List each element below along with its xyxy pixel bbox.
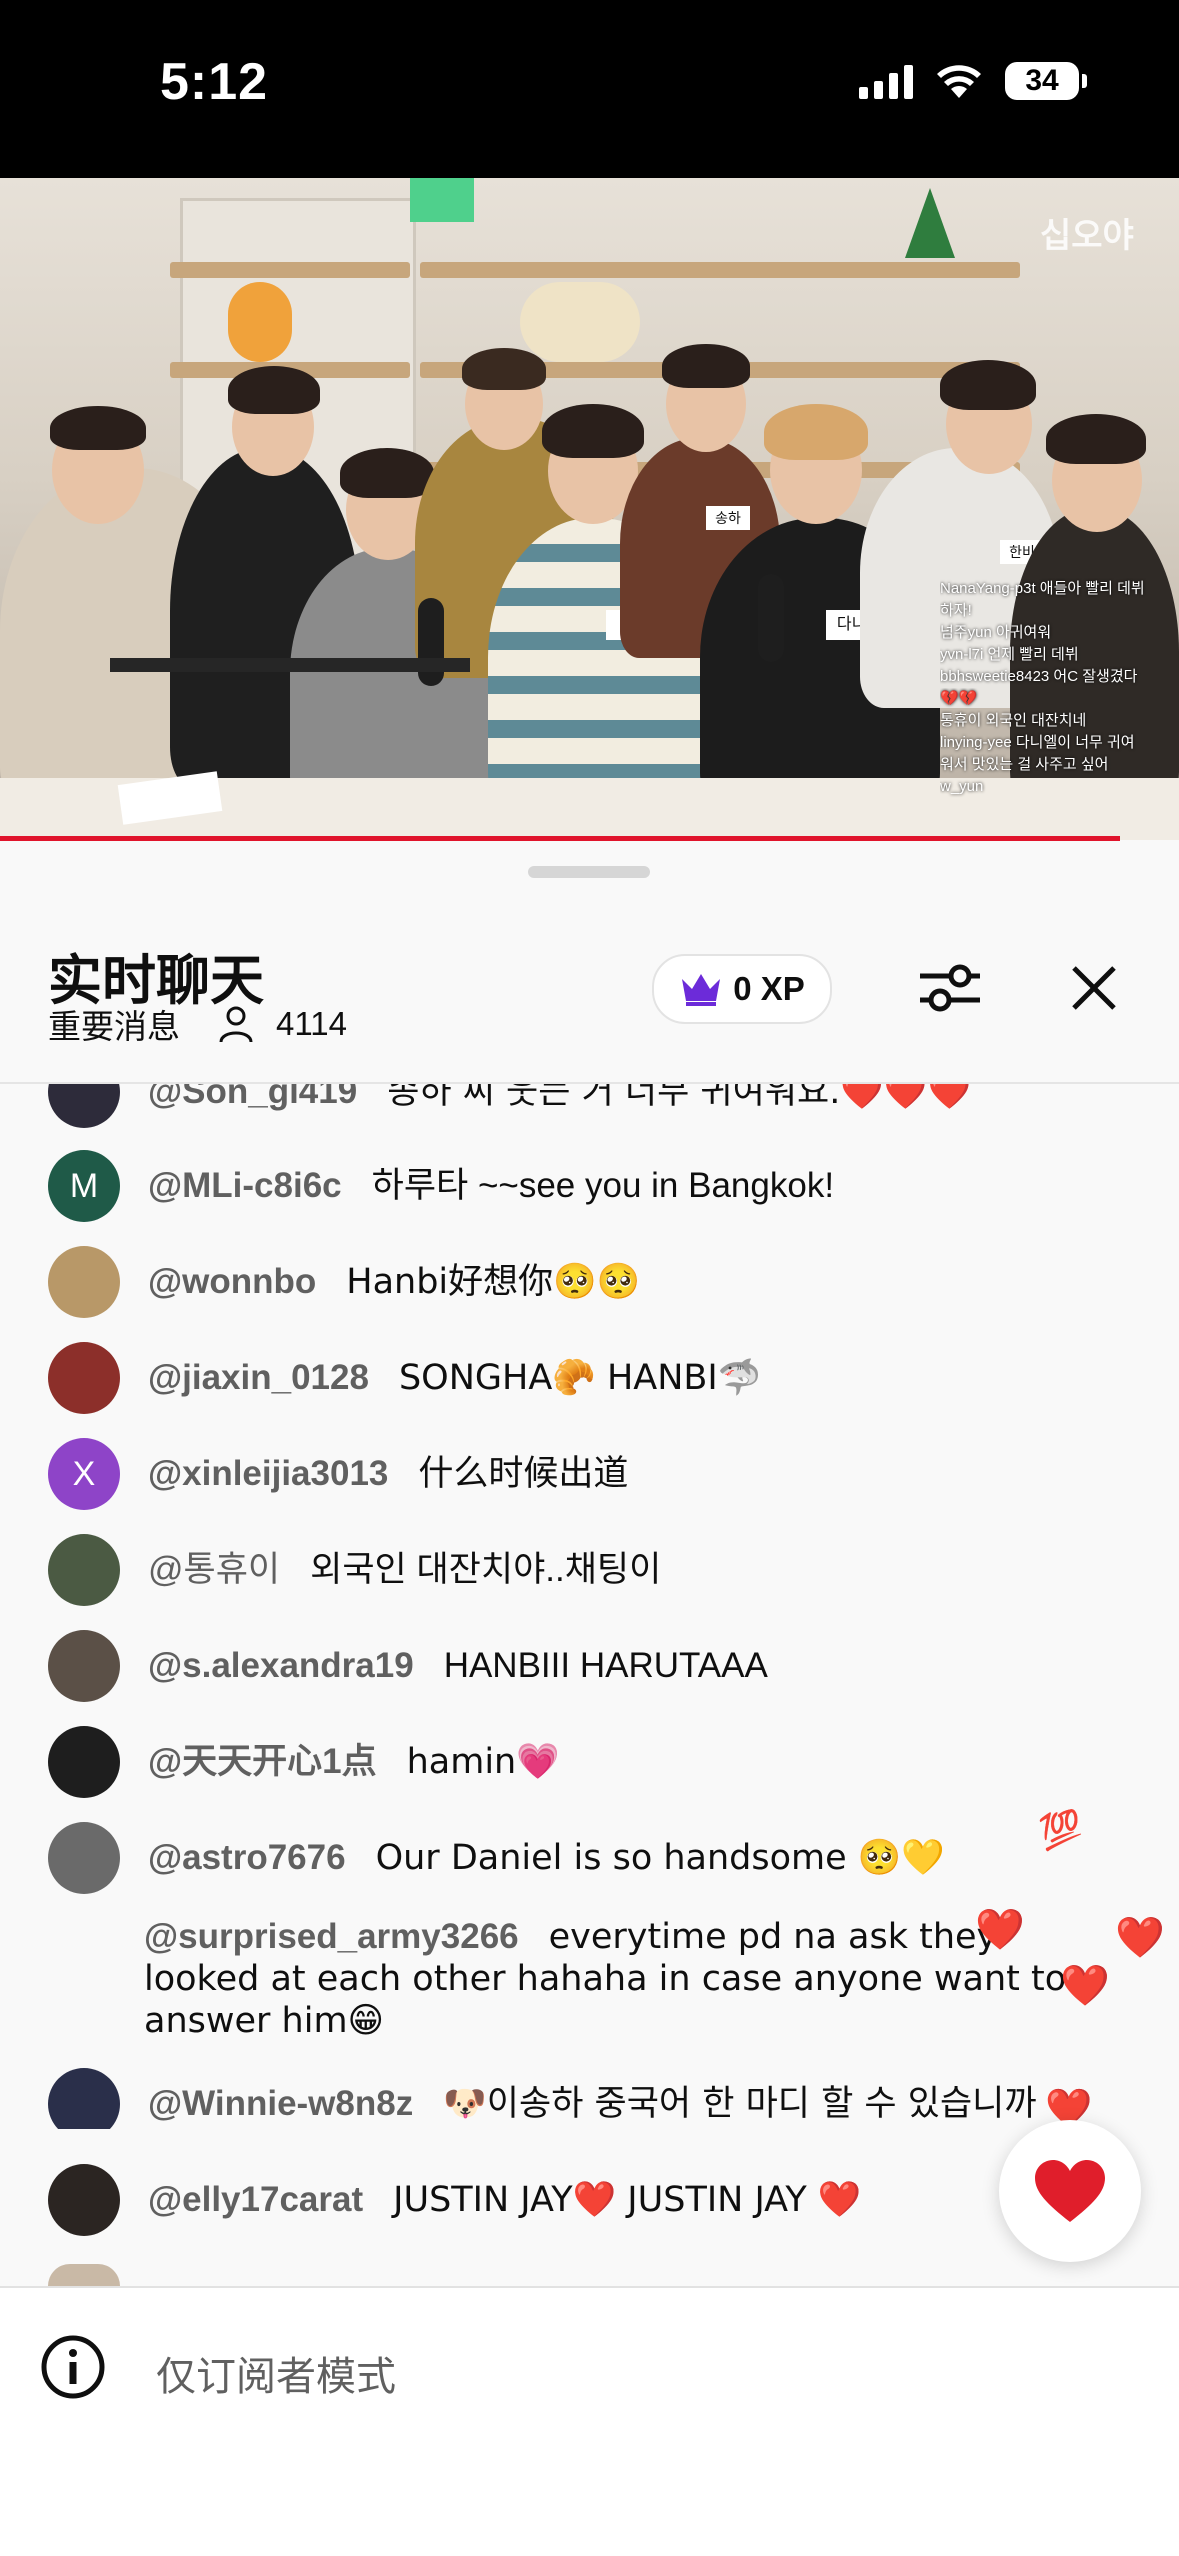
xp-button[interactable]: 0 XP xyxy=(652,954,832,1024)
close-icon xyxy=(1072,966,1116,1010)
chat-message[interactable]: @Winnie-w8n8z 🐶이송하 중국어 한 마디 할 수 있습니까 xyxy=(48,2068,1128,2129)
status-time: 5:12 xyxy=(160,53,269,111)
plush-toy xyxy=(520,282,640,362)
message-text: SONGHA🥐 HANBI🦈 xyxy=(398,1358,762,1398)
message-text: HANBIII HARUTAAA xyxy=(443,1646,768,1685)
status-icons: 34 xyxy=(859,62,1087,100)
person-hair xyxy=(662,344,750,388)
avatar[interactable] xyxy=(48,1246,120,1318)
chat-message-list[interactable]: @Son_gl419 송하 씨 웃는 거 너무 귀여워요.❤️❤️❤️ M @ML… xyxy=(0,1084,1179,2129)
wifi-icon xyxy=(937,65,981,98)
avatar[interactable] xyxy=(48,1084,120,1128)
heart-icon: ❤️ xyxy=(975,1907,1025,1953)
message-author[interactable]: @elly17carat xyxy=(148,2180,363,2219)
chat-message[interactable]: @elly17carat JUSTIN JAY❤️ JUSTIN JAY ❤️ xyxy=(48,2164,1128,2236)
shelf xyxy=(420,262,1020,278)
person-hair xyxy=(1046,414,1146,464)
message-author[interactable]: @MLi-c8i6c xyxy=(148,1166,342,1205)
microphone xyxy=(418,598,444,686)
chat-message[interactable]: @astro7676 Our Daniel is so handsome 🥺💛 xyxy=(48,1822,1128,1894)
close-button[interactable] xyxy=(1054,948,1134,1028)
person-hair xyxy=(462,348,546,390)
message-text: 외국인 대잔치야..채팅이 xyxy=(310,1550,662,1589)
live-video-player[interactable]: 십오야 하민 송하 다니엘 한비 NanaYang-p3t 애들아 빨리 데뷔 … xyxy=(0,178,1179,840)
person-hair xyxy=(940,360,1036,410)
message-text: 🐶이송하 중국어 한 마디 할 수 있습니까 xyxy=(443,2084,1037,2124)
message-author[interactable]: @astro7676 xyxy=(148,1838,346,1877)
mic-arm xyxy=(110,658,470,672)
heart-icon: ❤️ xyxy=(1115,1915,1165,1961)
exit-sign xyxy=(410,178,474,222)
status-bar: 5:12 34 xyxy=(0,0,1179,178)
person-hair xyxy=(542,404,644,458)
heart-icon: ❤️ xyxy=(1060,1963,1110,2009)
channel-logo: 십오야 xyxy=(1040,217,1134,255)
heart-reaction-button[interactable] xyxy=(999,2120,1141,2262)
shelf xyxy=(170,262,410,278)
message-author[interactable]: @Son_gl419 xyxy=(148,1084,357,1111)
avatar[interactable] xyxy=(48,1822,120,1894)
person-hair xyxy=(764,404,868,460)
filter-sliders-icon xyxy=(920,964,980,1012)
subscriber-only-mode-text: 仅订阅者模式 xyxy=(156,2355,396,2399)
video-overlay-chat: NanaYang-p3t 애들아 빨리 데뷔 하자! 넘주yun 아귀여워 yv… xyxy=(940,580,1145,795)
chat-message[interactable]: @天天开心1点 hamin💗 xyxy=(48,1726,1128,1798)
chat-input-bar: 仅订阅者模式 xyxy=(0,2288,1179,2556)
crown-icon xyxy=(682,974,721,1006)
viewer-count: 4114 xyxy=(276,1005,347,1042)
message-author[interactable]: @xinleijia3013 xyxy=(148,1454,388,1493)
message-author[interactable]: @통휴이 xyxy=(148,1550,280,1589)
chat-message[interactable]: @jiaxin_0128 SONGHA🥐 HANBI🦈 xyxy=(48,1342,1128,1414)
person-hair xyxy=(340,448,434,498)
heart-icon xyxy=(1035,2160,1105,2222)
avatar[interactable] xyxy=(48,1726,120,1798)
avatar xyxy=(48,2264,120,2286)
drag-handle[interactable] xyxy=(528,866,650,878)
message-text: Hanbi好想你🥺🥺 xyxy=(346,1262,641,1302)
chat-message[interactable]: M @MLi-c8i6c 하루타 ~~see you in Bangkok! xyxy=(48,1150,1128,1222)
plush-toy xyxy=(228,282,292,362)
message-text: 什么时候出道 xyxy=(418,1454,629,1493)
chat-message[interactable]: @surprised_army3266 everytime pd na ask t… xyxy=(144,1902,1104,2042)
person-icon xyxy=(219,1006,253,1043)
xp-label: 0 XP xyxy=(733,970,805,1007)
live-progress-bar xyxy=(0,836,1120,841)
message-text: Our Daniel is so handsome 🥺💛 xyxy=(375,1838,945,1878)
battery-icon: 34 xyxy=(1005,62,1087,100)
message-author[interactable]: @Winnie-w8n8z xyxy=(148,2084,413,2123)
message-text: 하루타 ~~see you in Bangkok! xyxy=(371,1166,835,1205)
chat-subtitle-row[interactable]: 重要消息 4114 xyxy=(48,1000,347,1048)
avatar[interactable]: M xyxy=(48,1150,120,1222)
message-author[interactable]: @wonnbo xyxy=(148,1262,316,1301)
chat-message[interactable]: @wonnbo Hanbi好想你🥺🥺 xyxy=(48,1246,1128,1318)
chat-message[interactable]: @통휴이 외국인 대잔치야..채팅이 xyxy=(48,1534,1128,1606)
message-text: 송하 씨 웃는 거 너무 귀여워요.❤️❤️❤️ xyxy=(387,1084,972,1112)
name-tag: 송하 xyxy=(706,506,750,530)
message-author[interactable]: @s.alexandra19 xyxy=(148,1646,414,1685)
avatar[interactable] xyxy=(48,1342,120,1414)
message-author[interactable]: @天天开心1点 xyxy=(148,1742,377,1781)
person-hair xyxy=(50,406,146,450)
chat-mode-label[interactable]: 重要消息 xyxy=(48,1000,180,1048)
signal-icon xyxy=(859,63,913,99)
avatar[interactable] xyxy=(48,1630,120,1702)
avatar[interactable] xyxy=(48,2068,120,2129)
avatar[interactable]: X xyxy=(48,1438,120,1510)
avatar[interactable] xyxy=(48,1534,120,1606)
filter-button[interactable] xyxy=(910,948,990,1028)
chat-message[interactable]: @Son_gl419 송하 씨 웃는 거 너무 귀여워요.❤️❤️❤️ xyxy=(48,1084,1128,1128)
message-author[interactable]: @jiaxin_0128 xyxy=(148,1358,369,1397)
person-hair xyxy=(228,366,320,414)
message-text: hamin💗 xyxy=(406,1742,560,1782)
microphone xyxy=(758,574,784,662)
message-author[interactable]: @surprised_army3266 xyxy=(144,1917,519,1956)
info-icon[interactable] xyxy=(40,2334,106,2400)
message-text: JUSTIN JAY❤️ JUSTIN JAY ❤️ xyxy=(393,2180,862,2220)
tree-decoration xyxy=(905,188,955,258)
chat-message[interactable]: X @xinleijia3013 什么时候出道 xyxy=(48,1438,1128,1510)
chat-message[interactable]: @s.alexandra19 HANBIII HARUTAAA xyxy=(48,1630,1128,1702)
avatar[interactable] xyxy=(48,2164,120,2236)
